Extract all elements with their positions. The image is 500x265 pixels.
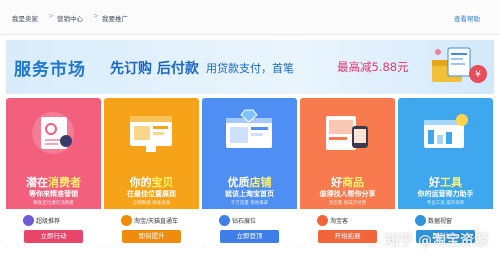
watermark: 知乎 @淘宝资源 bbox=[385, 233, 488, 249]
payment-illustration-icon: ¥ bbox=[432, 47, 487, 83]
banner-highlight: 最高减5.88元 bbox=[337, 60, 409, 74]
tools-icon bbox=[424, 114, 468, 148]
card-tag: 优质店铺 bbox=[227, 176, 272, 189]
product-showcase-icon bbox=[130, 116, 172, 152]
svg-text:¥: ¥ bbox=[475, 70, 481, 80]
breadcrumb-separator: > bbox=[93, 12, 99, 20]
help-link[interactable]: 查看帮助 bbox=[454, 13, 480, 23]
promo-card-tools[interactable]: 好工具 你的运营得力助手 专业工具 提升效率 数据视窗 即刻加入 bbox=[398, 98, 493, 248]
card-tag: 好商品 bbox=[331, 176, 364, 189]
card-note: 全网数据 精准投放 bbox=[132, 201, 171, 206]
card-product-name: 数据视窗 bbox=[428, 218, 453, 225]
share-goods-icon bbox=[326, 116, 368, 150]
breadcrumb-separator: > bbox=[48, 12, 54, 20]
promo-card-diamond-booth[interactable]: 优质店铺 就该上淘宝首页 千万流量 等你来拿 钻石展位 立即登顶 bbox=[202, 98, 297, 248]
banner-title: 服务市场 bbox=[14, 60, 86, 80]
card-tag-sub: 值得找人帮你分享 bbox=[319, 190, 376, 198]
card-footer: 淘宝客 开始拓展 bbox=[300, 209, 395, 248]
super-recommend-icon bbox=[23, 215, 34, 226]
banner-headline: 先订购 后付款 bbox=[110, 61, 199, 77]
promo-banner[interactable]: 服务市场 先订购 后付款 用贷款支付，首笔 最高减5.88元 ¥ bbox=[6, 40, 494, 94]
breadcrumb-marketing[interactable]: 营销中心 bbox=[57, 13, 83, 23]
climb-now-button[interactable]: 立即登顶 bbox=[220, 230, 279, 243]
through-train-icon bbox=[121, 215, 132, 226]
breadcrumb-promote: 我要推广 bbox=[102, 15, 128, 23]
promo-card-through-train[interactable]: 你的宝贝 在最佳位置展现 全网数据 精准投放 淘宝/天猫直通车 即刻提升 bbox=[104, 98, 199, 248]
page: 我是卖家 > 营销中心 > 我要推广 查看帮助 服务市场 先订购 后付款 用贷款… bbox=[0, 0, 500, 265]
card-footer: 淘宝/天猫直通车 即刻提升 bbox=[104, 209, 199, 248]
target-consumer-icon bbox=[32, 112, 74, 154]
card-product-name: 钻石展位 bbox=[232, 218, 257, 225]
card-tag-sub: 你的运营得力助手 bbox=[417, 190, 474, 198]
card-tag-sub: 等你来精准营销 bbox=[29, 190, 78, 198]
taobaoke-icon bbox=[317, 215, 328, 226]
promo-card-taobaoke[interactable]: 好商品 值得找人帮你分享 淘宝客 按成交付费 淘宝客 开始拓展 bbox=[300, 98, 395, 248]
card-tag: 潜在消费者 bbox=[26, 176, 81, 189]
store-homepage-icon bbox=[226, 109, 272, 148]
card-product-name: 超级推荐 bbox=[36, 218, 61, 225]
card-tag: 你的宝贝 bbox=[129, 176, 174, 189]
card-tag-sub: 在最佳位置展现 bbox=[127, 190, 176, 198]
card-note: 精准定位潜在消费者 bbox=[33, 201, 74, 206]
breadcrumb-seller[interactable]: 我是卖家 bbox=[12, 13, 38, 23]
diamond-icon bbox=[219, 215, 230, 226]
card-product-name: 淘宝客 bbox=[330, 218, 349, 225]
card-tag: 好工具 bbox=[429, 176, 462, 189]
promo-card-super-recommend[interactable]: 潜在消费者 等你来精准营销 精准定位潜在消费者 超级推荐 立即行动 bbox=[6, 98, 101, 248]
card-footer: 超级推荐 立即行动 bbox=[6, 209, 101, 248]
card-tag-sub: 就该上淘宝首页 bbox=[225, 190, 274, 198]
banner-subline: 用贷款支付，首笔 bbox=[206, 62, 294, 75]
boost-now-button[interactable]: 即刻提升 bbox=[122, 230, 181, 243]
card-product-name: 淘宝/天猫直通车 bbox=[134, 218, 179, 225]
act-now-button[interactable]: 立即行动 bbox=[24, 230, 83, 243]
expand-button[interactable]: 开始拓展 bbox=[318, 230, 377, 243]
card-footer: 钻石展位 立即登顶 bbox=[202, 209, 297, 248]
data-tool-icon bbox=[415, 215, 426, 226]
breadcrumb: 我是卖家 > 营销中心 > 我要推广 查看帮助 bbox=[0, 0, 500, 35]
card-note: 专业工具 提升效率 bbox=[426, 201, 465, 206]
card-note: 淘宝客 按成交付费 bbox=[328, 201, 367, 206]
card-note: 千万流量 等你来拿 bbox=[230, 201, 269, 206]
